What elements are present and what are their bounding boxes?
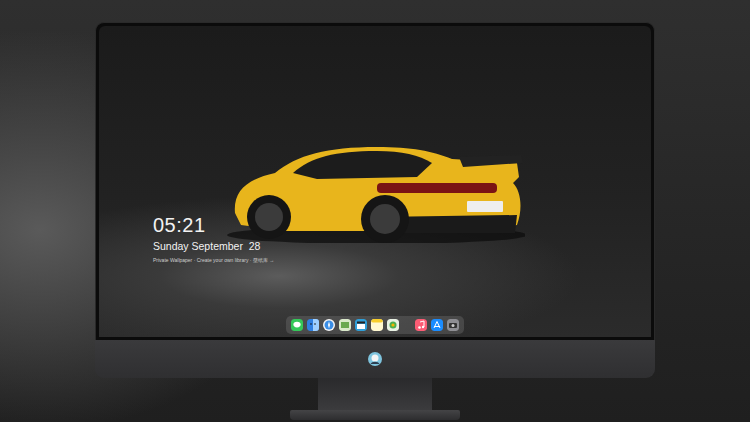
monitor-base	[290, 410, 460, 420]
claquette-icon[interactable]	[355, 319, 367, 331]
brand-logo-icon	[367, 351, 383, 367]
preview-icon[interactable]	[339, 319, 351, 331]
messages-icon[interactable]	[291, 319, 303, 331]
app-store-icon[interactable]	[431, 319, 443, 331]
clock-note: Private Wallpaper · Create your own libr…	[153, 257, 274, 264]
clock-time: 05:21	[153, 214, 274, 236]
screen-bezel: 05:21 Sunday September 28 Private Wallpa…	[95, 22, 655, 340]
monitor: 05:21 Sunday September 28 Private Wallpa…	[0, 0, 750, 420]
finder-icon[interactable]	[307, 319, 319, 331]
lock-clock: 05:21 Sunday September 28 Private Wallpa…	[153, 214, 274, 263]
monitor-stand	[318, 378, 432, 410]
dock	[286, 316, 464, 334]
music-icon[interactable]	[415, 319, 427, 331]
notes-icon[interactable]	[371, 319, 383, 331]
camera-icon[interactable]	[447, 319, 459, 331]
car-wallpaper	[227, 121, 525, 243]
monitor-chin	[95, 340, 655, 378]
photos-icon[interactable]	[387, 319, 399, 331]
safari-icon[interactable]	[323, 319, 335, 331]
desktop[interactable]: 05:21 Sunday September 28 Private Wallpa…	[99, 26, 651, 337]
clock-date: Sunday September 28	[153, 240, 274, 254]
